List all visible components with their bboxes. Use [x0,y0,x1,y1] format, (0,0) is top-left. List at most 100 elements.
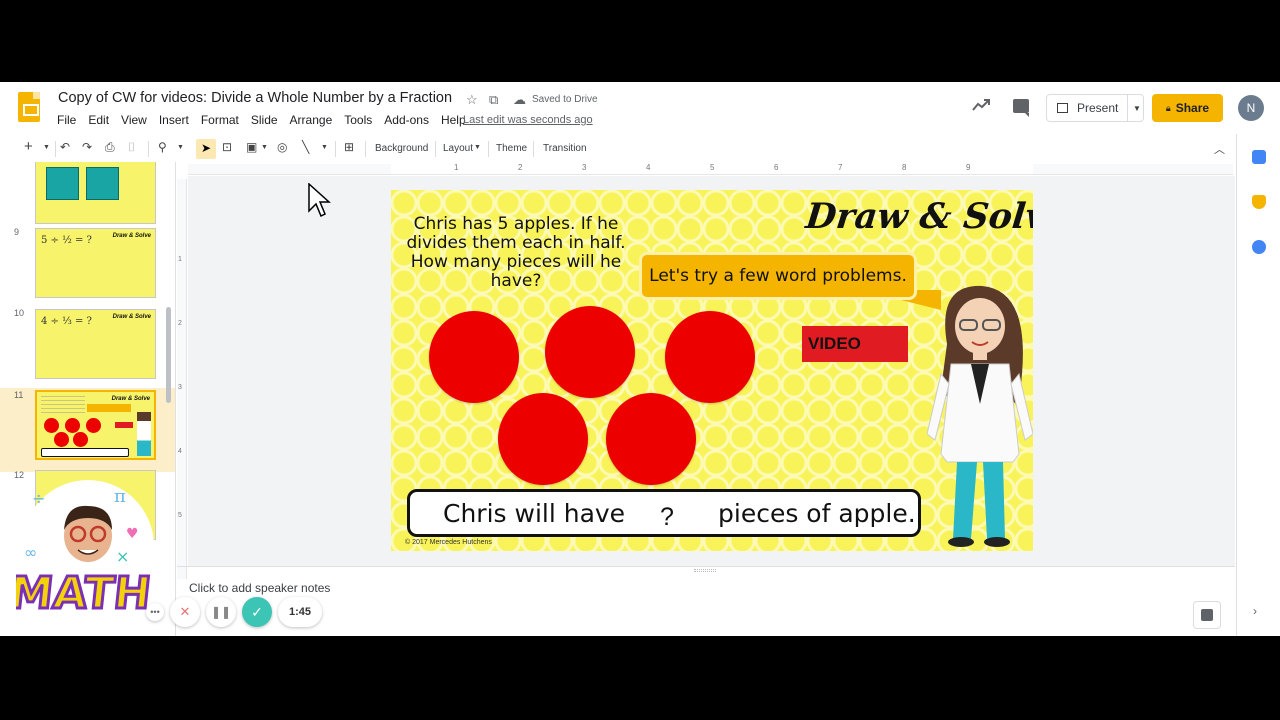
svg-text:÷: ÷ [32,489,45,508]
thumb-bubble [87,404,131,412]
slides-logo-icon[interactable] [18,92,40,122]
new-slide-caret-icon[interactable]: ▼ [43,144,50,151]
menu-edit[interactable]: Edit [88,113,116,127]
ruler-tick: 5 [178,512,182,519]
apple-circle[interactable] [665,311,755,403]
ruler-tick: 8 [902,163,907,172]
menu-addons[interactable]: Add-ons [384,113,436,127]
keep-icon[interactable] [1252,195,1266,209]
speech-bubble-text: Let's try a few word problems. [649,266,907,286]
star-icon[interactable]: ☆ [466,92,478,108]
image-icon[interactable]: ▣ [246,140,257,154]
add-comment-icon[interactable]: ⊞ [344,140,354,154]
chevron-right-icon[interactable]: › [1253,604,1257,618]
speaker-notes-placeholder[interactable]: Click to add speaker notes [189,581,330,595]
explore-icon [1201,609,1213,621]
apple-circle[interactable] [545,306,635,398]
slide[interactable]: Draw & Solve Chris has 5 apples. If he d… [391,190,1033,551]
thumb-apple [86,418,101,433]
activity-trend-icon[interactable] [972,98,990,112]
menu-slide[interactable]: Slide [251,113,285,127]
thumb-title: Draw & Solve [112,314,151,320]
line-caret-icon[interactable]: ▼ [321,144,328,151]
slide-number: 9 [14,227,20,237]
toolbar-divider [533,141,534,157]
apple-circle[interactable] [606,393,696,485]
new-slide-icon[interactable]: + [24,138,33,155]
pause-icon[interactable]: ❚❚ [206,597,236,627]
word-problem-text[interactable]: Chris has 5 apples. If he divides them e… [405,215,627,291]
cancel-recording-icon[interactable]: ✕ [170,597,200,627]
ruler-tick: 5 [710,163,715,172]
thumb-apple [65,418,80,433]
svg-text:∞: ∞ [24,543,37,562]
recording-timer: 1:45 [278,597,323,627]
layout-button[interactable]: Layout [443,143,473,154]
select-tool-button[interactable]: ➤ [196,139,216,159]
menu-arrange[interactable]: Arrange [290,113,340,127]
menu-format[interactable]: Format [201,113,246,127]
filmstrip-scrollbar[interactable] [166,307,171,403]
slide-thumbnail-9[interactable]: 5 ÷ ½ = ? Draw & Solve [35,228,156,298]
comment-history-icon[interactable] [1013,99,1029,117]
menu-tools[interactable]: Tools [344,113,379,127]
present-button[interactable]: Present ▼ [1046,94,1144,122]
layout-caret-icon[interactable]: ▼ [474,144,481,151]
background-button[interactable]: Background [375,143,428,154]
calendar-icon[interactable] [1252,150,1266,164]
video-link-button[interactable]: VIDEO [802,326,908,362]
tasks-icon[interactable] [1252,240,1266,254]
slide-number: 11 [14,390,24,400]
zoom-icon[interactable]: ⚲ [158,140,167,154]
image-caret-icon[interactable]: ▼ [261,144,268,151]
slide-thumbnail-8[interactable] [35,162,156,224]
undo-icon[interactable]: ↶ [60,140,70,154]
toolbar-divider [335,141,336,157]
menu-file[interactable]: File [57,113,83,127]
app-header: Copy of CW for videos: Divide a Whole Nu… [0,82,1280,134]
scientist-character-image[interactable] [927,284,1033,551]
explore-button[interactable] [1193,601,1221,629]
speaker-notes[interactable]: Click to add speaker notes [177,566,1235,636]
slide-canvas[interactable]: Draw & Solve Chris has 5 apples. If he d… [188,176,1235,566]
zoom-caret-icon[interactable]: ▼ [177,144,184,151]
text-box-icon[interactable]: ⊡ [222,140,232,154]
toolbar-divider [365,141,366,157]
svg-text:♥: ♥ [126,526,139,542]
toolbar-divider [148,141,149,157]
transition-button[interactable]: Transition [543,143,587,154]
notes-resize-handle[interactable] [694,569,716,572]
answer-box[interactable]: Chris will have ? pieces of apple. [407,489,921,537]
speech-bubble[interactable]: Let's try a few word problems. [639,252,917,300]
slide-thumbnail-11[interactable]: Draw & Solve [35,390,156,460]
slide-thumbnail-10[interactable]: 4 ÷ ⅓ = ? Draw & Solve [35,309,156,379]
last-edit-link[interactable]: Last edit was seconds ago [463,114,593,126]
chevron-down-icon[interactable]: ▼ [1133,104,1141,113]
finish-recording-icon[interactable]: ✓ [242,597,272,627]
apple-circle[interactable] [429,311,519,403]
more-options-icon[interactable]: ••• [146,603,164,621]
svg-text:×: × [116,547,129,566]
avatar[interactable]: N [1238,95,1264,121]
move-folder-icon[interactable]: ⧉ [489,92,498,108]
menu-view[interactable]: View [121,113,154,127]
print-icon[interactable]: ⎙ [105,140,115,155]
ruler-tick: 3 [582,163,587,172]
redo-icon[interactable]: ↷ [82,140,92,154]
svg-text:π: π [114,486,126,507]
cursor-arrow-icon: ➤ [201,141,212,155]
slide-title[interactable]: Draw & Solve [804,196,1033,237]
doc-title[interactable]: Copy of CW for videos: Divide a Whole Nu… [58,90,452,106]
thumb-apple [54,432,69,447]
screen-recorder-controls: ••• ✕ ❚❚ ✓ 1:45 [146,596,323,628]
apple-circle[interactable] [498,393,588,485]
chevron-up-icon[interactable]: ︿ [1214,141,1225,157]
theme-button[interactable]: Theme [496,143,527,154]
line-icon[interactable]: ╲ [302,140,309,154]
paint-format-icon[interactable]: ⌷ [128,140,135,155]
thumb-apple [44,418,59,433]
ruler-tick: 4 [646,163,651,172]
shape-icon[interactable]: ◎ [277,140,287,154]
share-button[interactable]: 🔒︎ Share [1152,94,1223,122]
menu-insert[interactable]: Insert [159,113,196,127]
